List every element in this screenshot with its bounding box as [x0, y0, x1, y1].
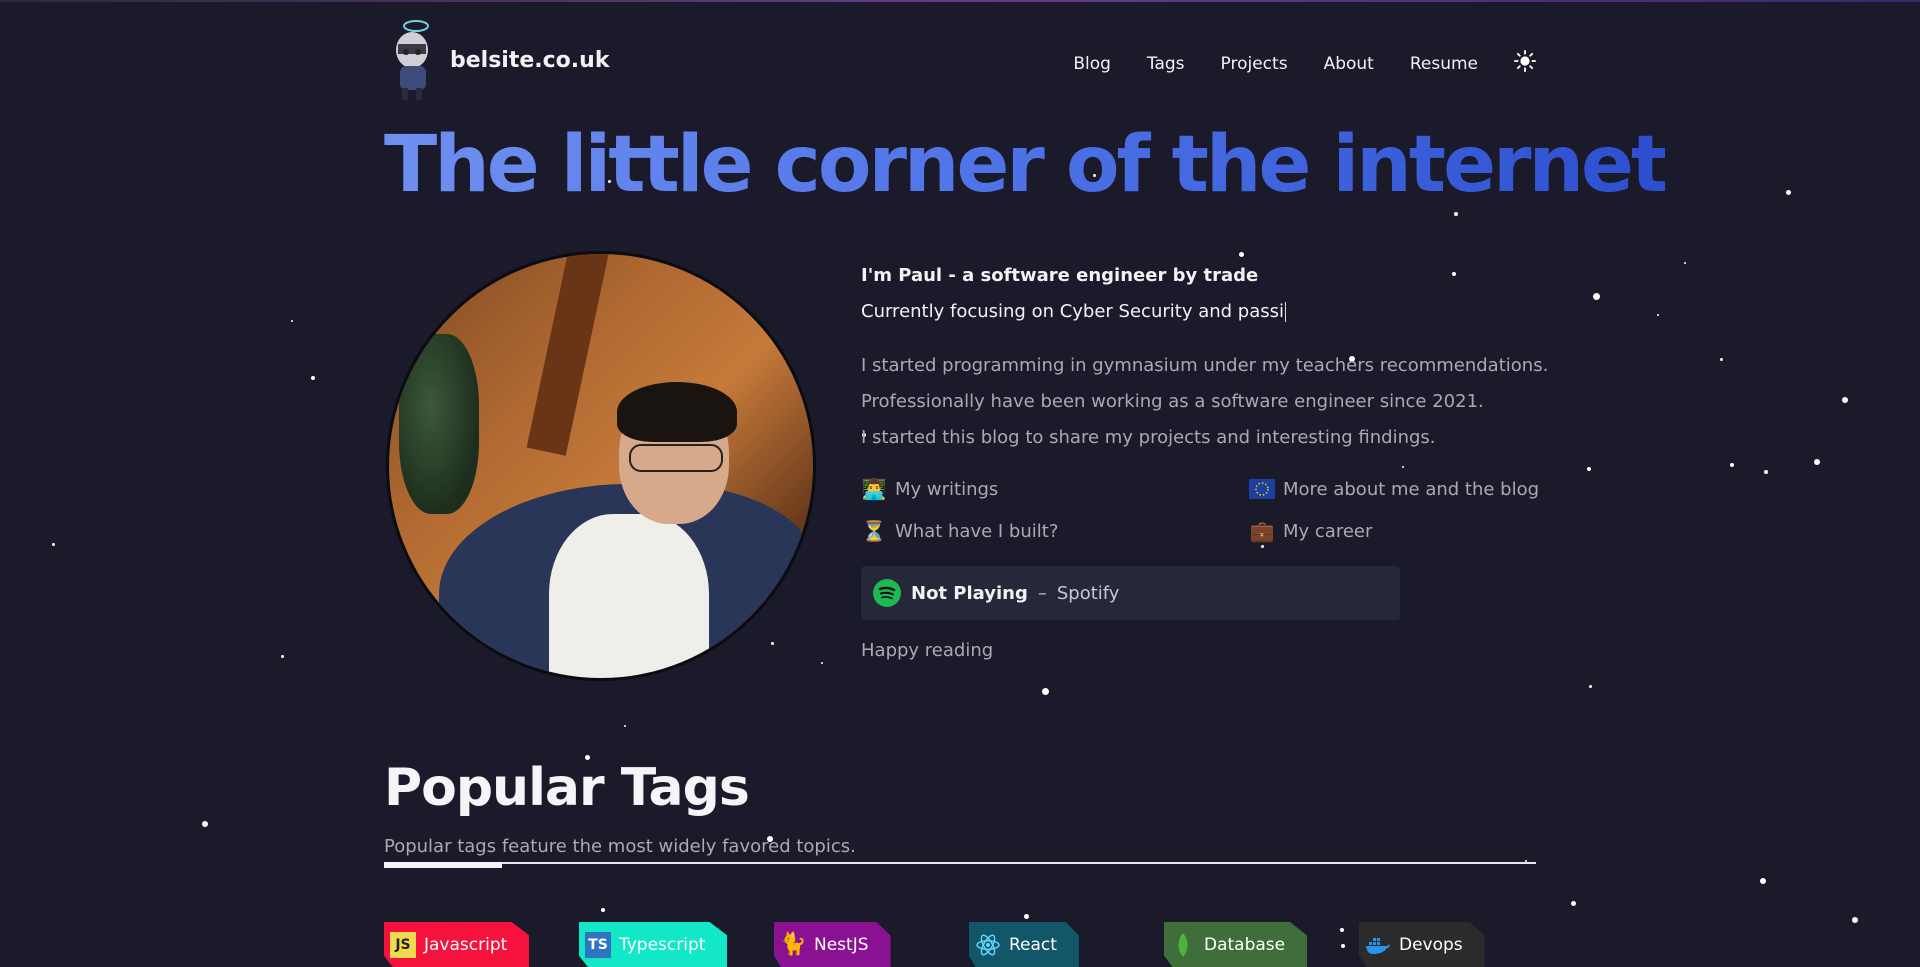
javascript-icon: JS — [390, 931, 416, 958]
nav-tags[interactable]: Tags — [1147, 54, 1185, 74]
link-label: My writings — [895, 478, 999, 500]
tag-label: Typescript — [619, 934, 706, 955]
tag-nestjs[interactable]: 🐈 NestJS — [774, 922, 891, 967]
sun-icon — [1514, 50, 1536, 72]
spotify-separator: – — [1037, 582, 1047, 604]
profile-photo — [386, 251, 816, 681]
tag-database[interactable]: Database — [1164, 922, 1308, 967]
site-logo[interactable]: belsite.co.uk — [384, 16, 609, 104]
technologist-emoji-icon: 👨‍💻 — [861, 477, 887, 501]
bio-line: I started programming in gymnasium under… — [861, 355, 1549, 376]
nestjs-icon: 🐈 — [779, 932, 807, 957]
link-projects[interactable]: ⏳ What have I built? — [861, 518, 1059, 544]
typing-line: Currently focusing on Cyber Security and… — [861, 298, 1536, 334]
link-about-me[interactable]: More about me and the blog — [1249, 476, 1539, 502]
nav-blog[interactable]: Blog — [1073, 54, 1111, 74]
link-my-writings[interactable]: 👨‍💻 My writings — [861, 476, 999, 502]
typescript-icon: TS — [585, 931, 611, 958]
bio-line: Professionally have been working as a so… — [861, 391, 1484, 412]
spotify-now-playing[interactable]: Not Playing – Spotify — [861, 566, 1400, 620]
tag-devops[interactable]: Devops — [1359, 922, 1485, 967]
typing-cursor — [1285, 302, 1286, 322]
nav-resume[interactable]: Resume — [1410, 54, 1478, 74]
tag-label: Devops — [1399, 934, 1463, 955]
tag-typescript[interactable]: TS Typescript — [579, 922, 728, 967]
popular-tags-title: Popular Tags — [384, 758, 750, 818]
mascot-logo-icon — [396, 20, 429, 100]
link-label: My career — [1283, 520, 1373, 542]
link-career[interactable]: 💼 My career — [1249, 518, 1373, 544]
react-icon — [975, 932, 1001, 958]
closing-text: Happy reading — [861, 640, 994, 661]
bio-line: I started this blog to share my projects… — [861, 427, 1436, 448]
popular-tags-subtitle: Popular tags feature the most widely fav… — [384, 836, 856, 857]
hero-title: The little corner of the internet — [384, 120, 1668, 210]
section-divider — [384, 862, 1536, 864]
greeting: I'm Paul - a software engineer by trade — [861, 265, 1259, 286]
spotify-source: Spotify — [1056, 582, 1120, 604]
main-nav: Blog Tags Projects About Resume — [1073, 50, 1536, 77]
site-header: belsite.co.uk Blog Tags Projects About R… — [384, 16, 1536, 100]
spotify-icon — [873, 579, 901, 607]
link-label: What have I built? — [895, 520, 1059, 542]
eu-flag-icon — [1249, 476, 1275, 502]
tag-label: Database — [1204, 934, 1286, 955]
hourglass-icon: ⏳ — [861, 519, 887, 543]
top-accent-line — [0, 0, 1920, 2]
tag-label: Javascript — [424, 934, 508, 955]
tag-javascript[interactable]: JS Javascript — [384, 922, 530, 967]
docker-icon — [1365, 932, 1391, 958]
section-divider-accent — [384, 862, 502, 868]
typing-text: Currently focusing on Cyber Security and… — [861, 301, 1284, 322]
link-label: More about me and the blog — [1283, 478, 1540, 500]
bio: I started programming in gymnasium under… — [861, 350, 1561, 458]
nav-about[interactable]: About — [1324, 54, 1374, 74]
tag-label: React — [1009, 934, 1057, 955]
database-icon — [1170, 932, 1196, 958]
intro-block: I'm Paul - a software engineer by trade … — [861, 262, 1536, 334]
theme-toggle-button[interactable] — [1514, 50, 1536, 77]
nav-projects[interactable]: Projects — [1221, 54, 1288, 74]
tag-react[interactable]: React — [969, 922, 1079, 967]
briefcase-icon: 💼 — [1249, 519, 1275, 543]
tag-label: NestJS — [814, 934, 869, 955]
spotify-status: Not Playing — [911, 582, 1028, 604]
site-name: belsite.co.uk — [450, 47, 610, 73]
